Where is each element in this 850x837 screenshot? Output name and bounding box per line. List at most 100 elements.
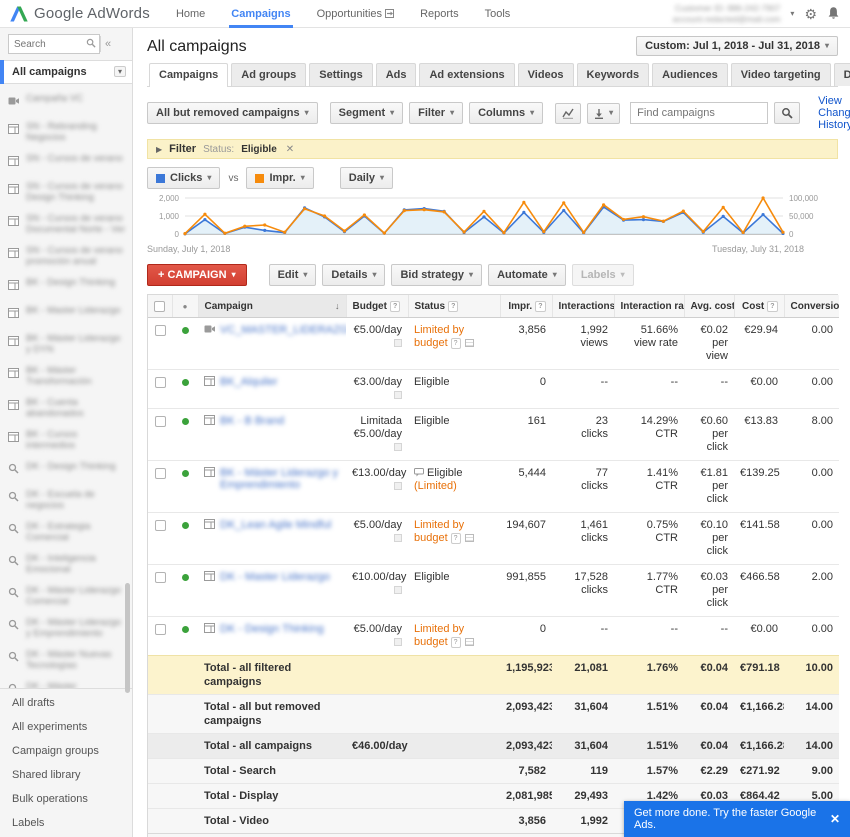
filter-button[interactable]: Filter▾ — [409, 102, 463, 124]
help-icon[interactable]: ? — [535, 301, 545, 312]
gear-icon[interactable]: ⚙ — [804, 7, 817, 21]
edit-budget-icon[interactable] — [394, 534, 402, 542]
sidebar-item-all-experiments[interactable]: All experiments — [0, 715, 132, 739]
tab-video-targeting[interactable]: Video targeting — [731, 63, 831, 86]
find-search-button[interactable] — [774, 102, 800, 124]
help-icon[interactable]: ? — [390, 301, 400, 312]
tab-settings[interactable]: Settings — [309, 63, 372, 86]
sidebar-campaign-item[interactable]: Campaña VC — [0, 88, 132, 116]
expand-triangle-icon[interactable]: ▶ — [156, 145, 162, 154]
edit-budget-icon[interactable] — [394, 391, 402, 399]
select-all-checkbox[interactable] — [148, 295, 172, 318]
row-checkbox[interactable] — [155, 325, 166, 336]
help-icon[interactable]: ? — [448, 301, 458, 312]
sidebar-item-all-campaigns[interactable]: All campaigns ▾ — [0, 60, 132, 84]
sidebar-campaign-item[interactable]: DK - Escuela de negocios — [0, 484, 132, 516]
chevron-down-icon[interactable]: ▾ — [114, 66, 126, 77]
sidebar-campaign-item[interactable]: DK - Máster Liderazgo y Emprendimiento — [0, 612, 132, 644]
view-change-history-link[interactable]: View Change History — [818, 95, 850, 131]
sidebar-campaign-item[interactable]: BK - Master Liderazgo — [0, 300, 132, 328]
filter-bar-label[interactable]: Filter — [169, 143, 196, 155]
sidebar-campaign-item[interactable]: SN - Cursos de verano — [0, 148, 132, 176]
help-icon[interactable]: ? — [767, 301, 777, 312]
campaign-link[interactable]: VC_MASTER_LIDERAZGO — [220, 324, 346, 336]
details-button[interactable]: Details▾ — [322, 264, 385, 286]
sidebar-campaign-item[interactable]: BK - Cursos intermedios — [0, 424, 132, 456]
bid-strategy-button[interactable]: Bid strategy▾ — [391, 264, 482, 286]
campaign-link[interactable]: DK - Design Thinking — [220, 623, 324, 635]
campaign-scope-button[interactable]: All but removed campaigns▾ — [147, 102, 318, 124]
nav-item-home[interactable]: Home — [174, 1, 207, 28]
sidebar-campaign-item[interactable]: DK - Máster Nuevas Tecnologías — [0, 644, 132, 676]
sidebar-campaign-item[interactable]: DK - Máster Transformación Digital Avanz… — [0, 676, 132, 688]
row-checkbox[interactable] — [155, 572, 166, 583]
sidebar-campaign-item[interactable]: DK - Inteligencia Emocional — [0, 548, 132, 580]
col-interactions[interactable]: Interactions? — [552, 295, 614, 318]
campaign-link[interactable]: BK_Alquiler — [220, 376, 277, 388]
edit-budget-icon[interactable] — [394, 586, 402, 594]
date-range-selector[interactable]: Custom: Jul 1, 2018 - Jul 31, 2018 ▾ — [636, 36, 838, 56]
download-button[interactable]: ▾ — [587, 103, 620, 124]
new-campaign-button[interactable]: + CAMPAIGN▾ — [147, 264, 247, 286]
sidebar-campaign-item[interactable]: SN - Rebranding Negocios — [0, 116, 132, 148]
col-conversions[interactable]: Conversions? — [784, 295, 839, 318]
edit-budget-icon[interactable] — [394, 482, 402, 490]
sidebar-campaign-item[interactable]: SN - Cursos de verano promoción anual — [0, 240, 132, 272]
metric2-selector[interactable]: Impr.▾ — [246, 167, 313, 189]
edit-budget-icon[interactable] — [394, 339, 402, 347]
help-icon[interactable]: ? — [451, 637, 461, 648]
nav-item-reports[interactable]: Reports — [418, 1, 461, 28]
sidebar-item-bulk-operations[interactable]: Bulk operations — [0, 787, 132, 811]
row-checkbox[interactable] — [155, 468, 166, 479]
sidebar-campaign-item[interactable]: DK - Design Thinking — [0, 456, 132, 484]
campaign-link[interactable]: DK_Lean Agile Mindful — [220, 519, 331, 531]
sidebar-item-shared-library[interactable]: Shared library — [0, 763, 132, 787]
row-checkbox[interactable] — [155, 416, 166, 427]
row-checkbox[interactable] — [155, 377, 166, 388]
row-checkbox[interactable] — [155, 520, 166, 531]
google-ads-promo-banner[interactable]: Get more done. Try the faster Google Ads… — [624, 801, 850, 837]
sidebar-campaign-item[interactable]: DK - Estrategia Comercial — [0, 516, 132, 548]
report-sheet-icon[interactable] — [465, 638, 474, 646]
tab-ad-extensions[interactable]: Ad extensions — [419, 63, 514, 86]
row-checkbox[interactable] — [155, 624, 166, 635]
chart-toggle-button[interactable] — [555, 103, 581, 124]
sidebar-item-labels[interactable]: Labels — [0, 811, 132, 835]
campaign-link[interactable]: BK - B Brand — [220, 415, 284, 427]
tab-audiences[interactable]: Audiences — [652, 63, 728, 86]
nav-item-tools[interactable]: Tools — [483, 1, 513, 28]
sidebar-scrollbar[interactable] — [125, 583, 130, 693]
sidebar-campaign-item[interactable]: BK - Cuenta abandonados — [0, 392, 132, 424]
close-icon[interactable]: ✕ — [830, 812, 840, 826]
sidebar-item-campaign-groups[interactable]: Campaign groups — [0, 739, 132, 763]
tab-campaigns[interactable]: Campaigns — [149, 63, 228, 87]
report-sheet-icon[interactable] — [465, 534, 474, 542]
sidebar-campaign-item[interactable]: SN - Cursos de verano Documental Norte -… — [0, 208, 132, 240]
nav-item-campaigns[interactable]: Campaigns — [229, 1, 292, 28]
find-campaigns-input[interactable] — [630, 102, 768, 124]
sidebar-campaign-item[interactable]: BK - Máster Liderazgo y DYN — [0, 328, 132, 360]
tab-keywords[interactable]: Keywords — [577, 63, 650, 86]
col-impr-[interactable]: Impr.? — [500, 295, 552, 318]
columns-button[interactable]: Columns▾ — [469, 102, 543, 124]
help-icon[interactable]: ? — [451, 338, 461, 349]
remove-filter-icon[interactable]: ✕ — [286, 144, 294, 155]
sidebar-campaign-item[interactable]: SN - Cursos de verano Design Thinking — [0, 176, 132, 208]
status-dot-column-header[interactable]: ● — [172, 295, 198, 318]
segment-button[interactable]: Segment▾ — [330, 102, 403, 124]
col-cost[interactable]: Cost? — [734, 295, 784, 318]
sidebar-campaign-item[interactable]: DK - Máster Liderazgo Comercial — [0, 580, 132, 612]
tab-videos[interactable]: Videos — [518, 63, 574, 86]
help-icon[interactable]: ? — [451, 533, 461, 544]
metric1-selector[interactable]: Clicks▾ — [147, 167, 220, 189]
report-sheet-icon[interactable] — [465, 339, 474, 347]
tab-dimensions[interactable]: Dimensions — [834, 63, 850, 86]
nav-item-opportunities[interactable]: Opportunities — [315, 1, 397, 28]
sidebar-campaign-item[interactable]: BK - Máster Transformación — [0, 360, 132, 392]
account-menu-caret[interactable]: ▾ — [790, 10, 794, 18]
edit-budget-icon[interactable] — [394, 443, 402, 451]
bell-icon[interactable] — [827, 6, 840, 22]
col-status[interactable]: Status? — [408, 295, 500, 318]
interval-selector[interactable]: Daily▾ — [340, 167, 393, 189]
col-campaign[interactable]: Campaign↓ — [198, 295, 346, 318]
